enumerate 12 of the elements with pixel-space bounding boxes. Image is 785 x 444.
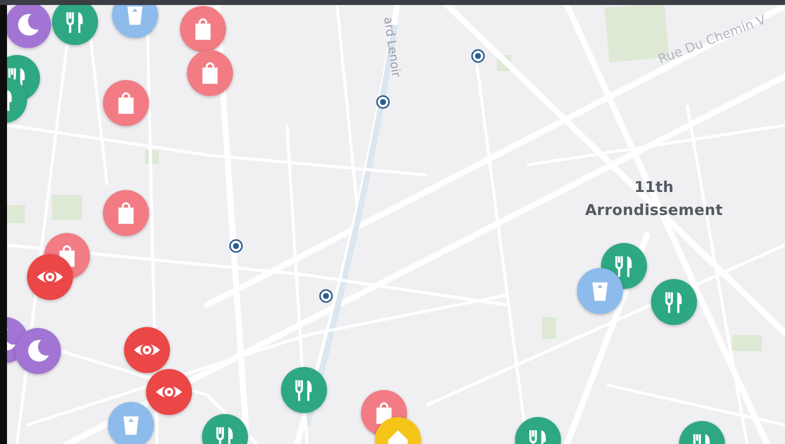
metro-station-icon: [376, 95, 390, 109]
park-area: [542, 317, 556, 339]
moon-icon: [15, 12, 41, 38]
district-label: 11th Arrondissement: [584, 177, 724, 221]
metro-station-icon: [229, 239, 243, 253]
metro-station-icon: [319, 289, 333, 303]
park-area: [732, 335, 762, 351]
park-area: [52, 195, 82, 220]
metro-station-icon: [471, 49, 485, 63]
street-label: ard Lenoir: [381, 16, 404, 78]
moon-icon: [25, 338, 51, 364]
park-area: [7, 205, 25, 223]
